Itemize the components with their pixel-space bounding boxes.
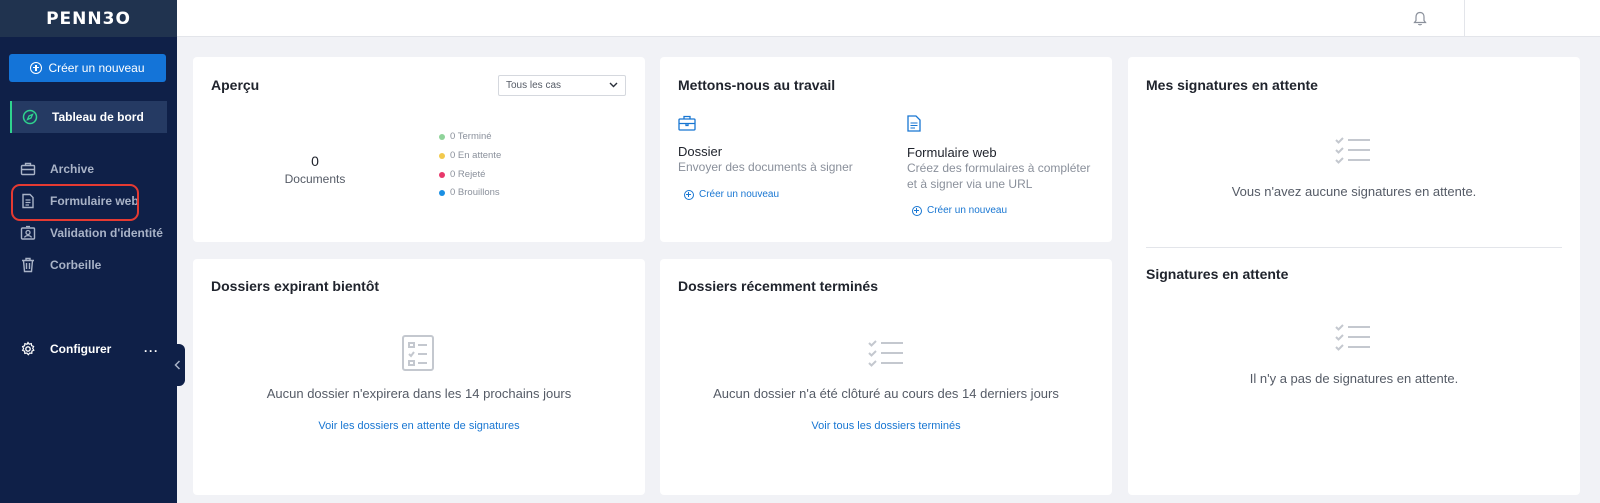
dossier-description: Envoyer des documents à signer xyxy=(678,160,853,174)
legend-dot xyxy=(439,171,445,178)
topbar-divider xyxy=(1464,0,1465,37)
create-new-label: Créer un nouveau xyxy=(48,61,145,75)
sidebar-item-label: Tableau de bord xyxy=(52,110,144,124)
highlight-annotation xyxy=(11,184,139,221)
recent-title: Dossiers récemment terminés xyxy=(678,278,878,294)
chevron-left-icon xyxy=(174,360,181,370)
create-webform-label: Créer un nouveau xyxy=(927,205,1008,216)
case-filter-value: Tous les cas xyxy=(506,80,562,91)
sidebar: PENN3O Créer un nouveau Tableau de bord … xyxy=(0,0,177,503)
recent-empty: Aucun dossier n'a été clôturé au cours d… xyxy=(713,386,1059,401)
signatures-card: Mes signatures en attente Vous n'avez au… xyxy=(1128,57,1580,495)
dossier-title: Dossier xyxy=(678,144,723,159)
legend-dot xyxy=(439,189,445,196)
checklist-icon xyxy=(868,340,903,367)
clipboard-list-icon xyxy=(402,335,434,371)
top-bar xyxy=(177,0,1600,37)
sidebar-item-identity-validation[interactable]: Validation d'identité xyxy=(10,218,167,248)
checklist-icon xyxy=(1335,137,1370,164)
logo[interactable]: PENN3O xyxy=(46,9,131,29)
bell-icon[interactable] xyxy=(1413,11,1427,26)
legend-label: 0 Terminé xyxy=(450,131,492,142)
compass-icon xyxy=(22,109,38,125)
legend-label: 0 En attente xyxy=(450,150,502,161)
trash-icon xyxy=(22,257,34,273)
dossier-action: Dossier Envoyer des documents à signer xyxy=(678,115,878,175)
view-completed-dossiers-link[interactable]: Voir tous les dossiers terminés xyxy=(660,420,1112,432)
pending-signatures-empty: Il n'y a pas de signatures en attente. xyxy=(1249,371,1459,386)
create-new-button[interactable]: Créer un nouveau xyxy=(9,54,166,82)
my-signatures-empty: Vous n'avez aucune signatures en attente… xyxy=(1231,184,1477,199)
create-webform-link[interactable]: Créer un nouveau xyxy=(912,205,1007,216)
document-icon xyxy=(907,115,921,132)
legend-label: 0 Rejeté xyxy=(450,169,486,180)
checklist-icon xyxy=(1335,324,1370,351)
sidebar-item-label: Validation d'identité xyxy=(50,226,163,240)
my-signatures-title: Mes signatures en attente xyxy=(1146,77,1318,93)
expiring-dossiers-card: Dossiers expirant bientôt Aucun dossier … xyxy=(193,259,645,495)
briefcase-icon xyxy=(678,115,696,131)
case-filter-select[interactable]: Tous les cas xyxy=(498,75,626,96)
view-pending-dossiers-link[interactable]: Voir les dossiers en attente de signatur… xyxy=(193,420,645,432)
legend-label: 0 Brouillons xyxy=(450,187,500,198)
sidebar-collapse-toggle[interactable] xyxy=(170,344,185,386)
gear-icon xyxy=(21,341,35,356)
plus-circle-icon xyxy=(30,62,43,74)
sidebar-item-trash[interactable]: Corbeille xyxy=(10,250,167,280)
sidebar-item-label: Archive xyxy=(50,162,95,176)
create-dossier-link[interactable]: Créer un nouveau xyxy=(684,189,779,200)
webform-title: Formulaire web xyxy=(907,145,997,160)
chevron-down-icon xyxy=(609,82,618,88)
recent-dossiers-card: Dossiers récemment terminés Aucun dossie… xyxy=(660,259,1112,495)
expiring-title: Dossiers expirant bientôt xyxy=(211,278,380,294)
get-started-card: Mettons-nous au travail Dossier Envoyer … xyxy=(660,57,1112,242)
sidebar-item-dashboard[interactable]: Tableau de bord xyxy=(10,101,167,133)
briefcase-icon xyxy=(20,162,36,176)
plus-circle-icon xyxy=(684,189,694,200)
legend-dot xyxy=(439,133,445,140)
pending-signatures-title: Signatures en attente xyxy=(1146,266,1289,282)
plus-circle-icon xyxy=(912,205,922,216)
document-count-label: Documents xyxy=(284,172,346,186)
legend-pending: 0 En attente xyxy=(439,150,501,161)
overview-card: Aperçu Tous les cas 0 Documents 0 Termin… xyxy=(193,57,645,242)
section-divider xyxy=(1146,247,1562,248)
legend-dot xyxy=(439,152,445,159)
overview-title: Aperçu xyxy=(211,77,260,93)
create-dossier-label: Créer un nouveau xyxy=(699,189,780,200)
document-count: 0 xyxy=(311,153,319,169)
id-badge-icon xyxy=(20,225,36,240)
webform-action: Formulaire web Créez des formulaires à c… xyxy=(907,115,1101,192)
get-started-title: Mettons-nous au travail xyxy=(678,77,836,93)
sidebar-item-label: Configurer xyxy=(50,342,112,356)
expiring-empty: Aucun dossier n'expirera dans les 14 pro… xyxy=(266,386,572,401)
webform-description: Créez des formulaires à compléter et à s… xyxy=(907,161,1091,191)
sidebar-item-label: Corbeille xyxy=(50,258,102,272)
legend-rejected: 0 Rejeté xyxy=(439,169,485,180)
sidebar-item-archive[interactable]: Archive xyxy=(10,154,167,184)
logo-area: PENN3O xyxy=(0,0,177,37)
more-options-icon[interactable]: ··· xyxy=(144,344,159,358)
legend-completed: 0 Terminé xyxy=(439,131,492,142)
legend-drafts: 0 Brouillons xyxy=(439,187,500,198)
